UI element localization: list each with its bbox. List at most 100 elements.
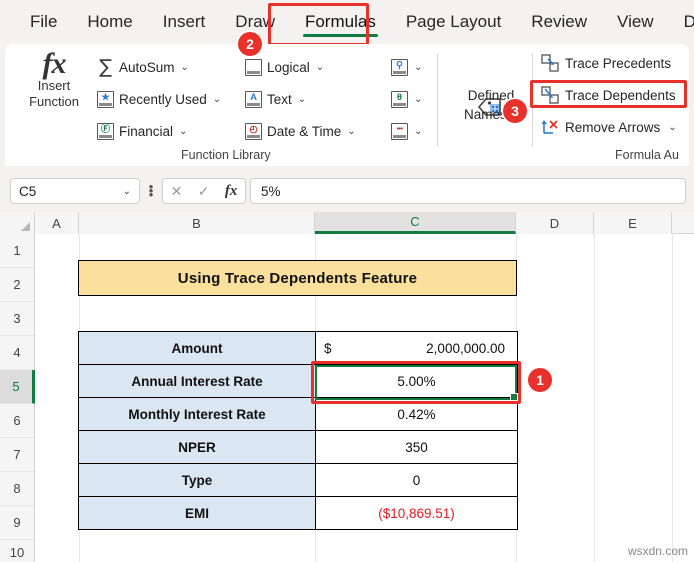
row-header-9[interactable]: 9	[0, 506, 35, 540]
financial-icon: Ⓕ	[97, 123, 114, 140]
chevron-down-icon[interactable]: ⌄	[123, 186, 131, 197]
table-row[interactable]: EMI ($10,869.51)	[79, 497, 518, 530]
text-button[interactable]: A Text ⌄	[245, 88, 306, 110]
column-header-b[interactable]: B	[79, 212, 315, 234]
chevron-down-icon[interactable]: ⌄	[414, 94, 422, 105]
row-value-type[interactable]: 0	[316, 464, 518, 497]
row-header-2[interactable]: 2	[0, 268, 35, 302]
tab-page-layout[interactable]: Page Layout	[394, 8, 513, 36]
chevron-down-icon[interactable]: ⌄	[414, 126, 422, 137]
autosum-label: AutoSum	[119, 60, 175, 75]
data-table: Amount $ 2,000,000.00 Annual Interest Ra…	[78, 331, 518, 530]
tab-formulas[interactable]: Formulas	[293, 8, 388, 36]
tab-review[interactable]: Review	[519, 8, 599, 36]
autosum-button[interactable]: ∑ AutoSum ⌄	[97, 56, 189, 78]
fx-icon: fx	[43, 56, 66, 72]
group-separator	[437, 54, 438, 146]
tab-label: Page Layout	[406, 12, 501, 31]
trace-dependents-button[interactable]: Trace Dependents	[541, 84, 676, 106]
column-header-e[interactable]: E	[594, 212, 672, 234]
function-library-group-label: Function Library	[181, 148, 271, 162]
row-label-monthly-interest-rate[interactable]: Monthly Interest Rate	[79, 398, 316, 431]
chevron-down-icon[interactable]: ⌄	[316, 62, 324, 73]
column-header-c[interactable]: C	[315, 212, 516, 234]
recently-used-button[interactable]: ★ Recently Used ⌄	[97, 88, 221, 110]
tab-insert[interactable]: Insert	[151, 8, 218, 36]
financial-button[interactable]: Ⓕ Financial ⌄	[97, 120, 187, 142]
title-cell[interactable]: Using Trace Dependents Feature	[78, 260, 517, 296]
tab-data[interactable]: Data	[672, 8, 694, 36]
row-header-5[interactable]: 5	[0, 370, 35, 404]
chevron-down-icon[interactable]: ⌄	[181, 62, 189, 73]
row-label-type[interactable]: Type	[79, 464, 316, 497]
more-functions-icon: •••	[391, 123, 408, 140]
tab-label: Data	[684, 12, 694, 31]
chevron-down-icon[interactable]: ⌄	[668, 122, 676, 133]
row-header-7[interactable]: 7	[0, 438, 35, 472]
name-box[interactable]: C5 ⌄	[10, 178, 140, 204]
trace-dependents-icon	[541, 86, 559, 104]
math-trig-button[interactable]: θ ⌄	[391, 88, 422, 110]
insert-function-icon[interactable]: fx	[225, 183, 238, 200]
text-label: Text	[267, 92, 292, 107]
row-header-8[interactable]: 8	[0, 472, 35, 506]
text-icon: A	[245, 91, 262, 108]
logical-label: Logical	[267, 60, 310, 75]
table-row[interactable]: NPER 350	[79, 431, 518, 464]
lookup-reference-icon: ⚲	[391, 59, 408, 76]
enter-icon[interactable]: ✓	[198, 183, 210, 200]
row-value-amount[interactable]: $ 2,000,000.00	[316, 332, 518, 365]
row-label-annual-interest-rate[interactable]: Annual Interest Rate	[79, 365, 316, 398]
chevron-down-icon[interactable]: ⌄	[179, 126, 187, 137]
row-header-3[interactable]: 3	[0, 302, 35, 336]
remove-arrows-button[interactable]: Remove Arrows ⌄	[541, 116, 677, 138]
row-value-emi[interactable]: ($10,869.51)	[316, 497, 518, 530]
table-row[interactable]: Annual Interest Rate 5.00%	[79, 365, 518, 398]
trace-precedents-icon	[541, 54, 559, 72]
tab-home[interactable]: Home	[75, 8, 144, 36]
row-header-1[interactable]: 1	[0, 234, 35, 268]
column-header-d[interactable]: D	[516, 212, 594, 234]
trace-precedents-button[interactable]: Trace Precedents	[541, 52, 671, 74]
row-header-6[interactable]: 6	[0, 404, 35, 438]
select-all-corner[interactable]	[0, 212, 35, 234]
tab-label: View	[617, 12, 654, 31]
formula-auditing-group-label: Formula Au	[615, 148, 679, 162]
row-label-emi[interactable]: EMI	[79, 497, 316, 530]
row-value-monthly-interest-rate[interactable]: 0.42%	[316, 398, 518, 431]
insert-function-button[interactable]: fx Insert Function	[21, 52, 87, 148]
row-header-10[interactable]: 10	[0, 540, 35, 562]
date-time-button[interactable]: ◴ Date & Time ⌄	[245, 120, 356, 142]
tab-file[interactable]: File	[18, 8, 69, 36]
trace-dependents-label: Trace Dependents	[565, 88, 676, 103]
ribbon-tab-bar: File Home Insert Draw Formulas Page Layo…	[0, 0, 694, 44]
cancel-icon[interactable]: ✕	[171, 183, 183, 200]
chevron-down-icon[interactable]: ⌄	[347, 126, 355, 137]
tab-view[interactable]: View	[605, 8, 666, 36]
chevron-down-icon[interactable]: ⌄	[213, 94, 221, 105]
table-row[interactable]: Monthly Interest Rate 0.42%	[79, 398, 518, 431]
formula-bar: C5 ⌄ ••• ✕ ✓ fx 5%	[0, 170, 694, 212]
chevron-down-icon[interactable]: ⌄	[298, 94, 306, 105]
formula-bar-options-icon[interactable]: •••	[142, 185, 160, 197]
row-label-amount[interactable]: Amount	[79, 332, 316, 365]
logical-button[interactable]: Logical ⌄	[245, 56, 324, 78]
sigma-icon: ∑	[97, 58, 114, 77]
remove-arrows-label: Remove Arrows	[565, 120, 660, 135]
row-value-nper[interactable]: 350	[316, 431, 518, 464]
tab-draw[interactable]: Draw	[223, 8, 287, 36]
more-functions-button[interactable]: ••• ⌄	[391, 120, 422, 142]
table-row[interactable]: Type 0	[79, 464, 518, 497]
math-trig-icon: θ	[391, 91, 408, 108]
recently-used-icon: ★	[97, 91, 114, 108]
table-row[interactable]: Amount $ 2,000,000.00	[79, 332, 518, 365]
recently-used-label: Recently Used	[119, 92, 207, 107]
gridline	[594, 234, 595, 562]
lookup-reference-button[interactable]: ⚲ ⌄	[391, 56, 422, 78]
column-header-a[interactable]: A	[35, 212, 79, 234]
row-header-4[interactable]: 4	[0, 336, 35, 370]
row-label-nper[interactable]: NPER	[79, 431, 316, 464]
formula-input[interactable]: 5%	[250, 178, 686, 204]
row-value-annual-interest-rate[interactable]: 5.00%	[316, 365, 518, 398]
chevron-down-icon[interactable]: ⌄	[414, 62, 422, 73]
